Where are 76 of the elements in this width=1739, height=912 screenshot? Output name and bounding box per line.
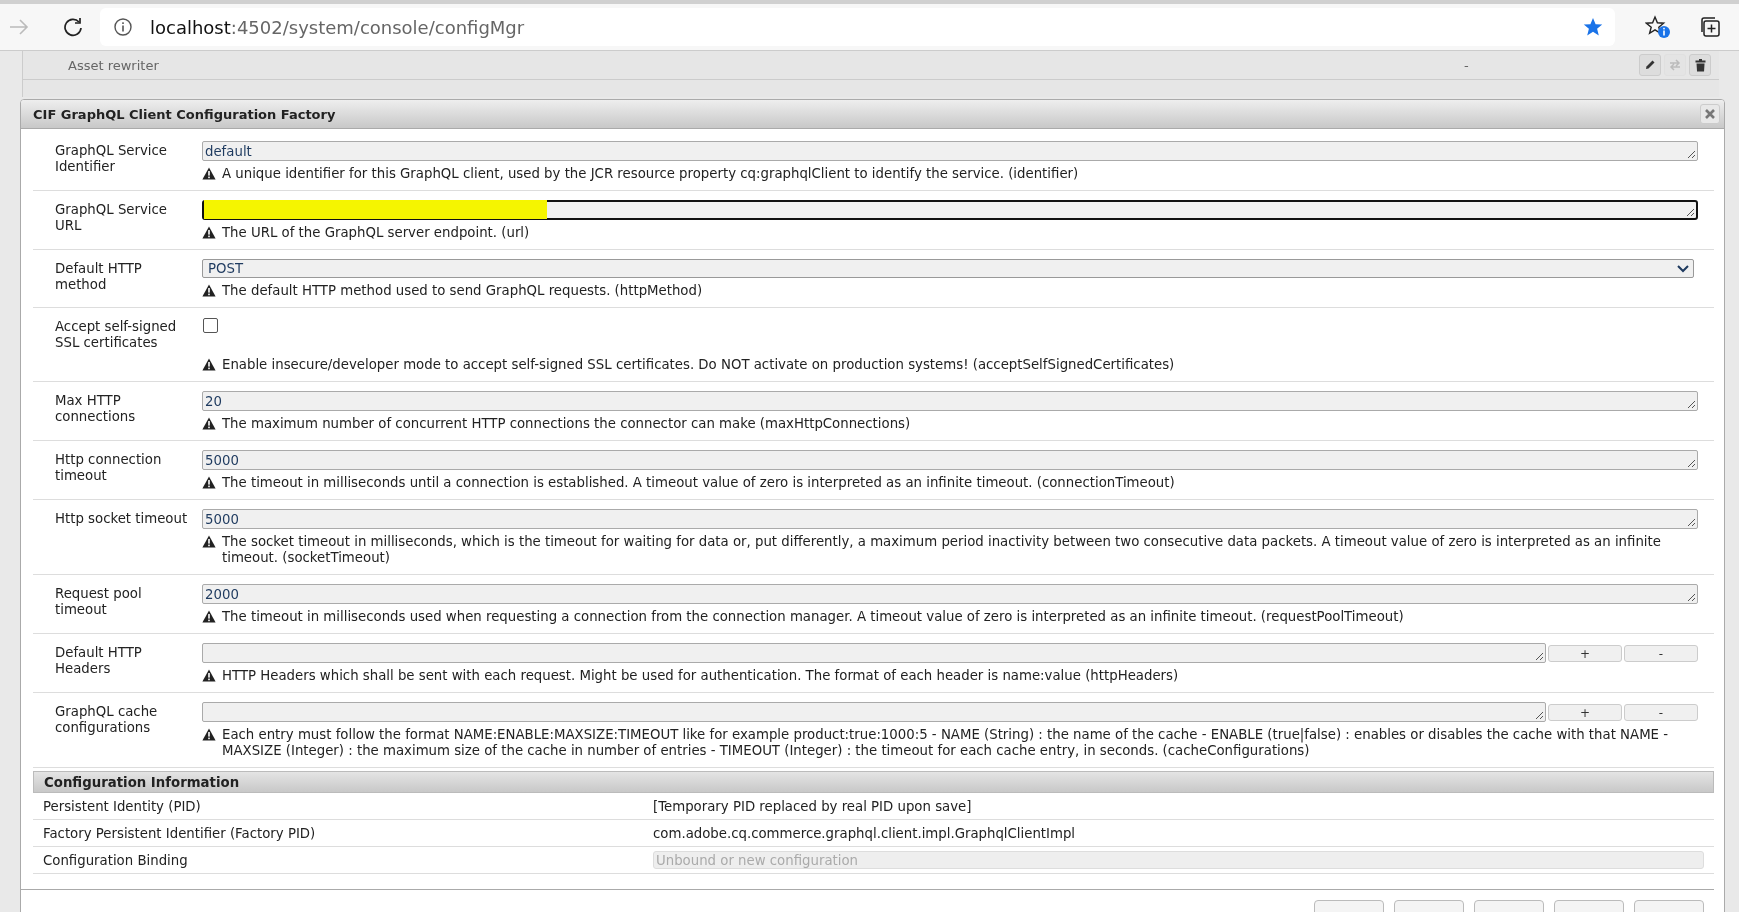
address-bar[interactable]: localhost:4502/system/console/configMgr bbox=[100, 8, 1615, 46]
warning-icon bbox=[202, 535, 216, 548]
warning-icon bbox=[202, 284, 216, 297]
section-title: Configuration Information bbox=[44, 774, 240, 790]
resize-grip-icon[interactable] bbox=[1687, 518, 1696, 527]
info-label: Factory Persistent Identifier (Factory PID) bbox=[43, 825, 317, 841]
warning-icon bbox=[202, 417, 216, 430]
warning-icon bbox=[202, 226, 216, 239]
help-text: The timeout in milliseconds until a connection is established. A timeout value of zero is interpreted as an infinite timeout. (connectionTimeout) bbox=[222, 475, 1175, 491]
text-field[interactable]: default bbox=[202, 141, 1698, 161]
text-field[interactable]: 20 bbox=[202, 391, 1698, 411]
help-text: The timeout in milliseconds used when requesting a connection from the connection manager. A timeout value of zero is interpreted as an infinite timeout. (requestPoolTimeout) bbox=[222, 609, 1404, 625]
field-label: GraphQL cache configurations bbox=[54, 703, 159, 737]
version-text: - bbox=[1464, 57, 1470, 73]
resize-grip-icon[interactable] bbox=[1535, 652, 1544, 661]
field-label: Max HTTP connections bbox=[54, 392, 137, 426]
resize-grip-icon[interactable] bbox=[1687, 459, 1696, 468]
reload-icon[interactable] bbox=[63, 17, 83, 37]
field-label: Http socket timeout bbox=[54, 510, 189, 528]
component-name: Asset rewriter bbox=[68, 57, 160, 73]
help-text: HTTP Headers which shall be sent with each request. Might be used for authentication. The format of each header is name:value (httpHeaders) bbox=[222, 668, 1179, 684]
field-label: GraphQL Service URL bbox=[54, 201, 169, 235]
info-label: Configuration Binding bbox=[43, 852, 189, 868]
resize-grip-icon[interactable] bbox=[1535, 711, 1544, 720]
close-icon bbox=[1705, 109, 1715, 119]
star-icon[interactable] bbox=[1583, 17, 1603, 37]
text-field[interactable]: 5000 bbox=[202, 450, 1698, 470]
remove-button[interactable]: - bbox=[1624, 645, 1698, 662]
add-button[interactable]: + bbox=[1548, 645, 1622, 662]
help-text: Enable insecure/developer mode to accept self-signed SSL certificates. Do NOT activate on production systems! (acceptSelfSignedCertificates) bbox=[222, 357, 1175, 373]
chevron-down-icon bbox=[1677, 264, 1689, 273]
checkbox[interactable] bbox=[203, 318, 218, 333]
warning-icon bbox=[202, 728, 216, 741]
method-dropdown[interactable]: POST bbox=[202, 259, 1694, 278]
close-button[interactable] bbox=[1700, 104, 1720, 124]
info-value: [Temporary PID replaced by real PID upon save] bbox=[653, 798, 973, 814]
binding-field: Unbound or new configuration bbox=[653, 851, 1704, 869]
help-text: Each entry must follow the format NAME:ENABLE:MAXSIZE:TIMEOUT like for example product:true:1000:5 - NAME (String) : the name of the cache - ENABLE (true|false) : enables or disables the cache with that NAME - MAXSIZE (Integer) : the maximum size of the cache in number of entries - TIMEOUT (Integer) : the timeout for each cache entry, in seconds. (cacheConfigurations) bbox=[222, 727, 1670, 759]
info-value: com.adobe.cq.commerce.graphql.client.impl.GraphqlClientImpl bbox=[653, 825, 1077, 841]
text-field[interactable] bbox=[202, 702, 1546, 722]
collections-icon[interactable] bbox=[1699, 16, 1721, 38]
warning-icon bbox=[202, 669, 216, 682]
field-label: GraphQL Service Identifier bbox=[54, 142, 169, 176]
edit-button[interactable] bbox=[1639, 54, 1661, 76]
add-button[interactable]: + bbox=[1548, 704, 1622, 721]
resize-grip-icon[interactable] bbox=[1687, 150, 1696, 159]
help-text: A unique identifier for this GraphQL client, used by the JCR resource property cq:graphqlClient to identify the service. (identifier) bbox=[222, 166, 1079, 182]
swap-arrows-icon bbox=[1668, 59, 1682, 71]
field-label: Accept self-signed SSL certificates bbox=[54, 318, 178, 352]
text-field[interactable] bbox=[202, 643, 1546, 663]
field-label: Default HTTP method bbox=[54, 260, 143, 294]
help-text: The default HTTP method used to send GraphQL requests. (httpMethod) bbox=[222, 283, 703, 299]
warning-icon bbox=[202, 476, 216, 489]
delete-button[interactable] bbox=[1689, 54, 1711, 76]
info-icon bbox=[114, 18, 132, 36]
trash-icon bbox=[1694, 58, 1706, 72]
remove-button[interactable]: - bbox=[1624, 704, 1698, 721]
dialog-title: CIF GraphQL Client Configuration Factory bbox=[33, 106, 337, 122]
text-field[interactable]: 2000 bbox=[202, 584, 1698, 604]
text-field[interactable] bbox=[202, 200, 1698, 220]
resize-grip-icon[interactable] bbox=[1687, 400, 1696, 409]
info-label: Persistent Identity (PID) bbox=[43, 798, 202, 814]
help-text: The socket timeout in milliseconds, which is the timeout for waiting for data or, put differently, a maximum period inactivity between two consecutive data packets. A timeout value of zero is interpreted as an infinite timeout. (socketTimeout) bbox=[222, 534, 1662, 566]
resize-grip-icon[interactable] bbox=[1687, 593, 1696, 602]
field-label: Request pool timeout bbox=[54, 585, 143, 619]
warning-icon bbox=[202, 167, 216, 180]
text-field[interactable]: 5000 bbox=[202, 509, 1698, 529]
help-text: The maximum number of concurrent HTTP connections the connector can make (maxHttpConnections) bbox=[222, 416, 911, 432]
pencil-icon bbox=[1644, 59, 1656, 71]
warning-icon bbox=[202, 358, 216, 371]
field-label: Http connection timeout bbox=[54, 451, 163, 485]
help-text: The URL of the GraphQL server endpoint. (url) bbox=[222, 225, 530, 241]
field-label: Default HTTP Headers bbox=[54, 644, 143, 678]
warning-icon bbox=[202, 610, 216, 623]
resize-grip-icon[interactable] bbox=[1686, 208, 1695, 217]
favorites-icon[interactable] bbox=[1645, 15, 1671, 39]
